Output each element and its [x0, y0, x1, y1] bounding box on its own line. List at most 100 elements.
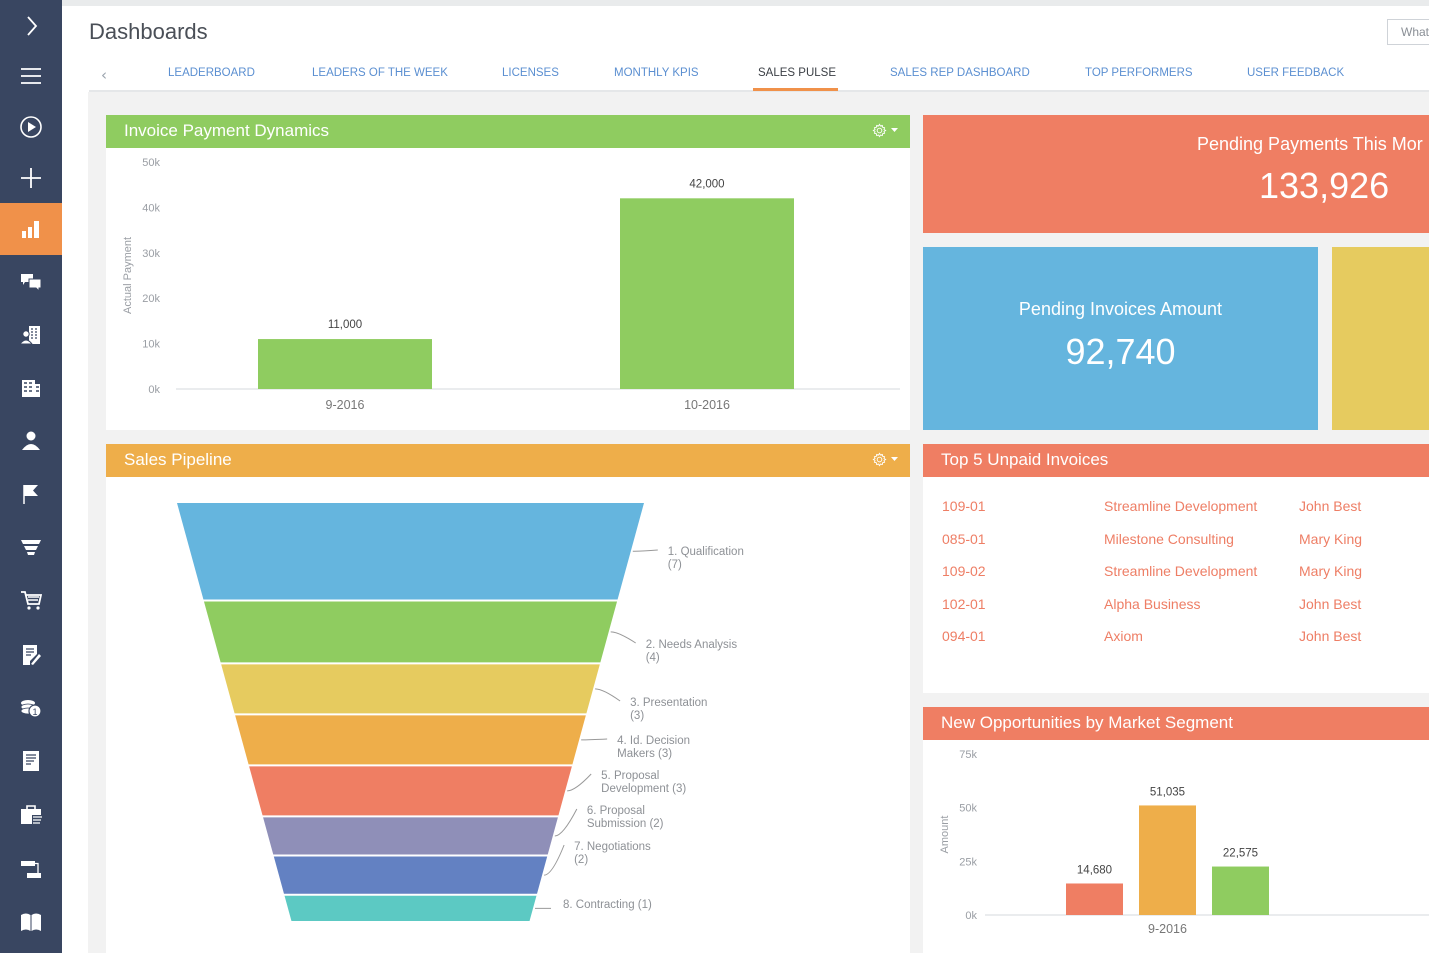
- y-tick-label: 30k: [142, 248, 160, 260]
- widget-title: Sales Pipeline: [124, 450, 232, 469]
- invoice-number-link[interactable]: 085-01: [942, 531, 986, 547]
- menu-icon: [21, 68, 41, 84]
- x-tick-label: 9-2016: [1148, 922, 1187, 936]
- briefcase-icon: [21, 805, 42, 825]
- invoice-owner-link[interactable]: John Best: [1299, 628, 1361, 644]
- funnel-stage-label: (2): [574, 854, 588, 866]
- sidebar-item-activities[interactable]: [0, 468, 62, 520]
- invoice-owner-link[interactable]: John Best: [1299, 498, 1361, 514]
- sidebar-item-knowledge-base[interactable]: [0, 896, 62, 948]
- widget-header: New Opportunities by Market Segment: [923, 707, 1429, 740]
- y-tick-label: 0k: [148, 384, 160, 396]
- funnel-icon: [21, 540, 41, 555]
- widget-title: Invoice Payment Dynamics: [124, 121, 330, 140]
- sidebar-item-add[interactable]: [0, 152, 62, 204]
- kpi-tile-cropped[interactable]: [1332, 247, 1429, 430]
- y-tick-label: 25k: [959, 856, 977, 868]
- funnel-stage: [273, 856, 548, 894]
- pending-invoices-kpi[interactable]: Pending Invoices Amount 92,740: [923, 247, 1318, 430]
- tab-licenses[interactable]: LICENSES: [502, 67, 559, 79]
- invoice-account-link[interactable]: Streamline Development: [1104, 563, 1257, 579]
- unpaid-invoice-row: 109-02 Streamline Development Mary King: [923, 563, 1429, 583]
- sidebar-item-menu[interactable]: [0, 50, 62, 102]
- bar-data-label: 42,000: [689, 178, 724, 190]
- funnel-leader-line: [581, 738, 608, 741]
- sidebar-item-processes[interactable]: [0, 101, 62, 153]
- invoice-account-link[interactable]: Alpha Business: [1104, 596, 1201, 612]
- funnel-stage-label: (3): [630, 710, 644, 722]
- sales-pipeline-funnel: 1. Qualification(7) 2. Needs Analysis(4) 3…: [177, 503, 744, 921]
- bar-chart-icon: [22, 221, 39, 238]
- tabs-back-button[interactable]: ‹: [101, 66, 107, 84]
- tab-sales-pulse[interactable]: SALES PULSE: [758, 67, 836, 79]
- sidebar-item-contacts[interactable]: [0, 309, 62, 361]
- sidebar-item-leads[interactable]: [0, 521, 62, 573]
- y-axis-label: Amount: [939, 816, 951, 854]
- main-area: Dashboards What ‹ LEADERBOARD LEADERS OF…: [62, 6, 1429, 953]
- funnel-stage: [235, 715, 586, 765]
- sidebar-item-accounts[interactable]: [0, 362, 62, 414]
- tab-user-feedback[interactable]: USER FEEDBACK: [1247, 67, 1344, 79]
- tab-top-performers[interactable]: TOP PERFORMERS: [1085, 67, 1193, 79]
- pending-payments-kpi[interactable]: Pending Payments This Mor 133,926: [923, 115, 1429, 233]
- sidebar-item-orders[interactable]: [0, 574, 62, 626]
- funnel-stage: [177, 503, 644, 600]
- gear-icon: [872, 452, 887, 467]
- sidebar-item-dashboards[interactable]: [0, 203, 62, 255]
- invoice-account-link[interactable]: Streamline Development: [1104, 498, 1257, 514]
- sidebar-item-feed[interactable]: [0, 256, 62, 308]
- funnel-leader-line: [610, 631, 636, 644]
- document-edit-icon: [23, 645, 41, 665]
- bar: [620, 198, 794, 389]
- invoice-owner-link[interactable]: Mary King: [1299, 531, 1362, 547]
- funnel-stage-label: (7): [668, 559, 682, 571]
- invoice-account-link[interactable]: Axiom: [1104, 628, 1143, 644]
- invoice-number-link[interactable]: 094-01: [942, 628, 986, 644]
- svg-text:1: 1: [32, 707, 37, 717]
- y-tick-label: 0k: [965, 910, 977, 922]
- unpaid-invoice-row: 094-01 Axiom John Best: [923, 628, 1429, 648]
- funnel-stage-label: (4): [646, 652, 660, 664]
- bar-data-label: 51,035: [1150, 786, 1185, 798]
- funnel-leader-line: [567, 773, 592, 792]
- sidebar-item-users[interactable]: [0, 415, 62, 467]
- funnel-stage-label: 3. Presentation: [630, 697, 707, 709]
- flag-icon: [23, 485, 38, 504]
- tab-monthly-kpis[interactable]: MONTHLY KPIS: [614, 67, 699, 79]
- invoice-account-link[interactable]: Milestone Consulting: [1104, 531, 1234, 547]
- widget-header: Top 5 Unpaid Invoices: [923, 444, 1429, 477]
- chat-icon: [21, 274, 42, 293]
- funnel-stage-label: 8. Contracting (1): [563, 899, 652, 911]
- funnel-stage-label: 6. Proposal: [587, 805, 645, 817]
- funnel-stage: [221, 664, 600, 714]
- x-tick-label: 10-2016: [684, 398, 730, 412]
- tab-leaders-of-the-week[interactable]: LEADERS OF THE WEEK: [312, 67, 448, 79]
- widget-header: Invoice Payment Dynamics: [106, 115, 910, 148]
- widget-settings-button[interactable]: [872, 452, 898, 467]
- funnel-stage-label: 4. Id. Decision: [617, 735, 690, 747]
- hierarchy-icon: [21, 861, 41, 878]
- sidebar-item-projects[interactable]: [0, 789, 62, 841]
- invoice-number-link[interactable]: 109-01: [942, 498, 986, 514]
- widget-settings-button[interactable]: [872, 123, 898, 138]
- x-tick-label: 9-2016: [326, 398, 365, 412]
- search-input[interactable]: What: [1387, 19, 1429, 45]
- invoice-owner-link[interactable]: John Best: [1299, 596, 1361, 612]
- sidebar-item-expand[interactable]: [0, 0, 62, 52]
- sidebar-item-invoices[interactable]: 1: [0, 682, 62, 734]
- sidebar-item-contracts[interactable]: [0, 629, 62, 681]
- dashboard-tabs: ‹ LEADERBOARD LEADERS OF THE WEEK LICENS…: [89, 58, 1429, 92]
- tab-sales-rep-dashboard[interactable]: SALES REP DASHBOARD: [890, 67, 1030, 79]
- invoice-number-link[interactable]: 109-02: [942, 563, 986, 579]
- y-tick-label: 50k: [142, 157, 160, 169]
- coins-icon: 1: [20, 700, 42, 718]
- plus-icon: [21, 168, 41, 188]
- page-title: Dashboards: [89, 19, 208, 44]
- invoice-number-link[interactable]: 102-01: [942, 596, 986, 612]
- y-tick-label: 50k: [959, 803, 977, 815]
- bar: [1066, 883, 1123, 915]
- sidebar-item-products[interactable]: [0, 843, 62, 895]
- tab-leaderboard[interactable]: LEADERBOARD: [168, 67, 255, 79]
- invoice-owner-link[interactable]: Mary King: [1299, 563, 1362, 579]
- sidebar-item-documents[interactable]: [0, 735, 62, 787]
